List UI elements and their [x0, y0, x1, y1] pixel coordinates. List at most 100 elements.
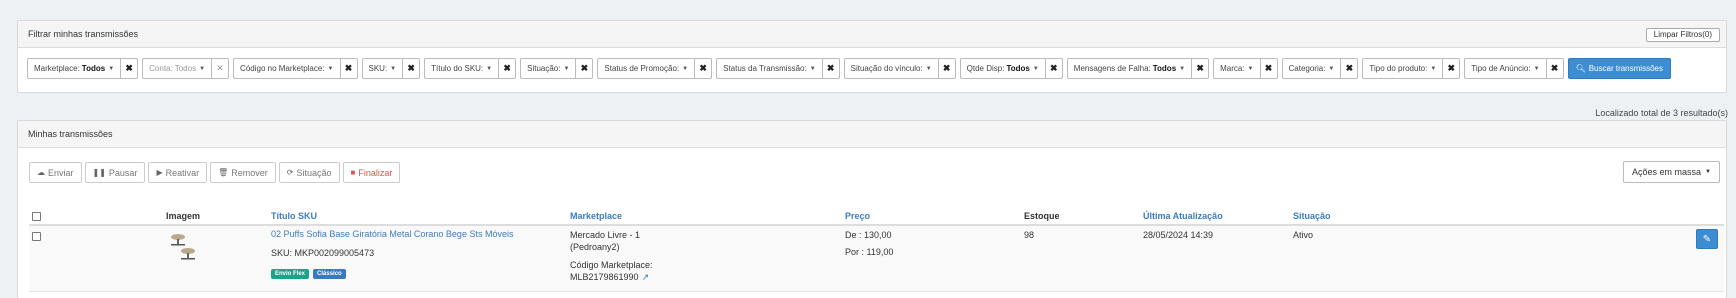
- remove-filter-icon[interactable]: ✖: [1261, 59, 1277, 78]
- filter-sku-dropdown[interactable]: SKU: ▼: [363, 59, 404, 78]
- filter-value: Todos: [81, 64, 106, 73]
- stop-icon: ■: [350, 168, 356, 177]
- filter-label: Mensagens de Falha:: [1073, 64, 1151, 73]
- remove-filter-icon[interactable]: ✖: [1443, 59, 1459, 78]
- filter-available-qty: Qtde Disp: Todos ▼ ✖: [959, 58, 1063, 79]
- remove-filter-icon[interactable]: ✖: [1341, 59, 1357, 78]
- transmissions-panel-heading: Minhas transmissões: [18, 121, 1726, 148]
- filter-failure-messages-dropdown[interactable]: Mensagens de Falha: Todos ▼: [1068, 59, 1193, 78]
- remove-filter-icon[interactable]: ✖: [499, 59, 515, 78]
- reactivate-button[interactable]: ▶ Reativar: [148, 162, 208, 183]
- remove-filter-icon[interactable]: ✖: [939, 59, 955, 78]
- search-transmissions-button[interactable]: 🔍︎ Buscar transmissões: [1567, 58, 1671, 79]
- listing-badges: Envio Flex Clássico: [271, 266, 350, 279]
- filter-marketplace-dropdown[interactable]: Marketplace: Todos ▼: [28, 59, 122, 78]
- search-icon: 🔍︎: [1575, 64, 1586, 73]
- filter-sku-title-dropdown[interactable]: Título do SKU: ▼: [425, 59, 500, 78]
- last-update-value: 28/05/2024 14:39: [1143, 230, 1214, 240]
- remove-filter-icon[interactable]: ✖: [403, 59, 419, 78]
- caret-down-icon: ▼: [1430, 65, 1437, 72]
- caret-down-icon: ▼: [1328, 65, 1335, 72]
- remove-filter-icon[interactable]: ✖: [341, 59, 357, 78]
- filter-available-qty-dropdown[interactable]: Qtde Disp: Todos ▼: [961, 59, 1046, 78]
- filter-situation-dropdown[interactable]: Situação: ▼: [521, 59, 577, 78]
- row-checkbox[interactable]: [32, 232, 41, 241]
- remove-filter-icon[interactable]: ✖: [576, 59, 592, 78]
- filter-panel-title: Filtrar minhas transmissões: [28, 29, 139, 39]
- status-label: Situação: [296, 167, 332, 178]
- caret-down-icon: ▼: [486, 65, 493, 72]
- filter-brand-dropdown[interactable]: Marca: ▼: [1214, 59, 1261, 78]
- remove-button[interactable]: 🗑︎ Remover: [210, 162, 276, 183]
- sku-code: SKU: MKP002099005473: [271, 248, 375, 258]
- filter-marketplace: Marketplace: Todos ▼ ✖: [27, 58, 139, 79]
- remove-filter-icon[interactable]: ✖: [823, 59, 839, 78]
- price-from: De : 130,00: [845, 230, 892, 240]
- remove-filter-icon[interactable]: ✖: [1046, 59, 1062, 78]
- filter-transmission-status-dropdown[interactable]: Status da Transmissão: ▼: [717, 59, 823, 78]
- filter-failure-messages: Mensagens de Falha: Todos ▼ ✖: [1066, 58, 1210, 79]
- filter-label: Status da Transmissão:: [723, 64, 807, 73]
- caret-down-icon: ▼: [563, 65, 570, 72]
- caret-down-icon: ▼: [1705, 169, 1711, 175]
- table-header: Imagem Título SKU Marketplace Preço Esto…: [29, 209, 1724, 226]
- filter-label: Título do SKU:: [431, 64, 484, 73]
- filter-label: Status de Promoção:: [604, 64, 680, 73]
- filter-category-dropdown[interactable]: Categoria: ▼: [1283, 59, 1342, 78]
- filter-listing-type-dropdown[interactable]: Tipo de Anúncio: ▼: [1465, 59, 1547, 78]
- badge-classico: Clássico: [313, 269, 346, 279]
- column-price[interactable]: Preço: [845, 211, 870, 221]
- remove-filter-icon[interactable]: ✖: [695, 59, 711, 78]
- select-all-checkbox[interactable]: [32, 212, 41, 221]
- edit-button[interactable]: ✎: [1696, 229, 1718, 249]
- filter-label: Código no Marketplace:: [240, 64, 325, 73]
- column-status[interactable]: Situação: [1293, 211, 1331, 221]
- column-last-update[interactable]: Última Atualização: [1143, 211, 1223, 221]
- caret-down-icon: ▼: [1247, 65, 1254, 72]
- external-link-icon[interactable]: ↗: [642, 272, 650, 282]
- caret-down-icon: ▼: [809, 65, 816, 72]
- filter-label: Qtde Disp:: [966, 64, 1005, 73]
- remove-filter-icon[interactable]: ✖: [121, 59, 137, 78]
- filter-link-status-dropdown[interactable]: Situação do vínculo: ▼: [845, 59, 939, 78]
- filter-marketplace-code: Código no Marketplace: ▼ ✖: [233, 58, 358, 79]
- send-button[interactable]: ☁ Enviar: [29, 162, 82, 183]
- clear-filters-button[interactable]: Limpar Filtros(0): [1645, 28, 1720, 42]
- remove-filter-icon[interactable]: ✖: [1547, 59, 1563, 78]
- caret-down-icon: ▼: [682, 65, 689, 72]
- column-marketplace[interactable]: Marketplace: [570, 211, 622, 221]
- pause-button[interactable]: ❚❚ Pausar: [84, 162, 146, 183]
- filter-account: Conta: Todos ▼ ✕: [142, 58, 230, 79]
- filter-label: Tipo do produto:: [1369, 64, 1428, 73]
- status-button[interactable]: ⟳ Situação: [278, 162, 340, 183]
- status-value: Ativo: [1293, 230, 1314, 240]
- bulk-actions-dropdown[interactable]: Ações em massa ▼: [1623, 161, 1720, 183]
- table-row: 02 Puffs Sofia Base Giratória Metal Cora…: [29, 226, 1724, 292]
- column-stock: Estoque: [1024, 211, 1060, 221]
- filter-marketplace-code-dropdown[interactable]: Código no Marketplace: ▼: [234, 59, 341, 78]
- caret-down-icon: ▼: [108, 65, 115, 72]
- remove-filter-icon[interactable]: ✕: [212, 59, 228, 78]
- caret-down-icon: ▼: [199, 65, 206, 72]
- filter-situation: Situação: ▼ ✖: [520, 58, 594, 79]
- marketplace-code-label: Código Marketplace:: [570, 260, 653, 270]
- filter-panel: Filtrar minhas transmissões Limpar Filtr…: [17, 20, 1727, 93]
- filter-sku: SKU: ▼ ✖: [361, 58, 421, 79]
- marketplace-code: MLB2179861990: [570, 272, 639, 282]
- refresh-icon: ⟳: [286, 168, 294, 177]
- filter-label: SKU:: [368, 64, 388, 73]
- action-toolbar: ☁ Enviar ❚❚ Pausar ▶ Reativar 🗑︎ Remover…: [29, 162, 403, 183]
- sku-title-link[interactable]: 02 Puffs Sofia Base Giratória Metal Cora…: [271, 228, 513, 240]
- finalize-button[interactable]: ■ Finalizar: [342, 162, 401, 183]
- play-icon: ▶: [156, 168, 163, 177]
- filter-label: Situação do vínculo:: [850, 64, 923, 73]
- filter-account-dropdown[interactable]: Conta: Todos ▼: [143, 59, 213, 78]
- column-sku-title[interactable]: Título SKU: [271, 211, 317, 221]
- column-image: Imagem: [166, 211, 201, 221]
- filter-promotion-status-dropdown[interactable]: Status de Promoção: ▼: [598, 59, 696, 78]
- caret-down-icon: ▼: [390, 65, 397, 72]
- filter-product-type-dropdown[interactable]: Tipo do produto: ▼: [1363, 59, 1444, 78]
- filter-label: Marketplace:: [34, 64, 80, 73]
- remove-filter-icon[interactable]: ✖: [1192, 59, 1208, 78]
- trash-icon: 🗑︎: [218, 168, 229, 177]
